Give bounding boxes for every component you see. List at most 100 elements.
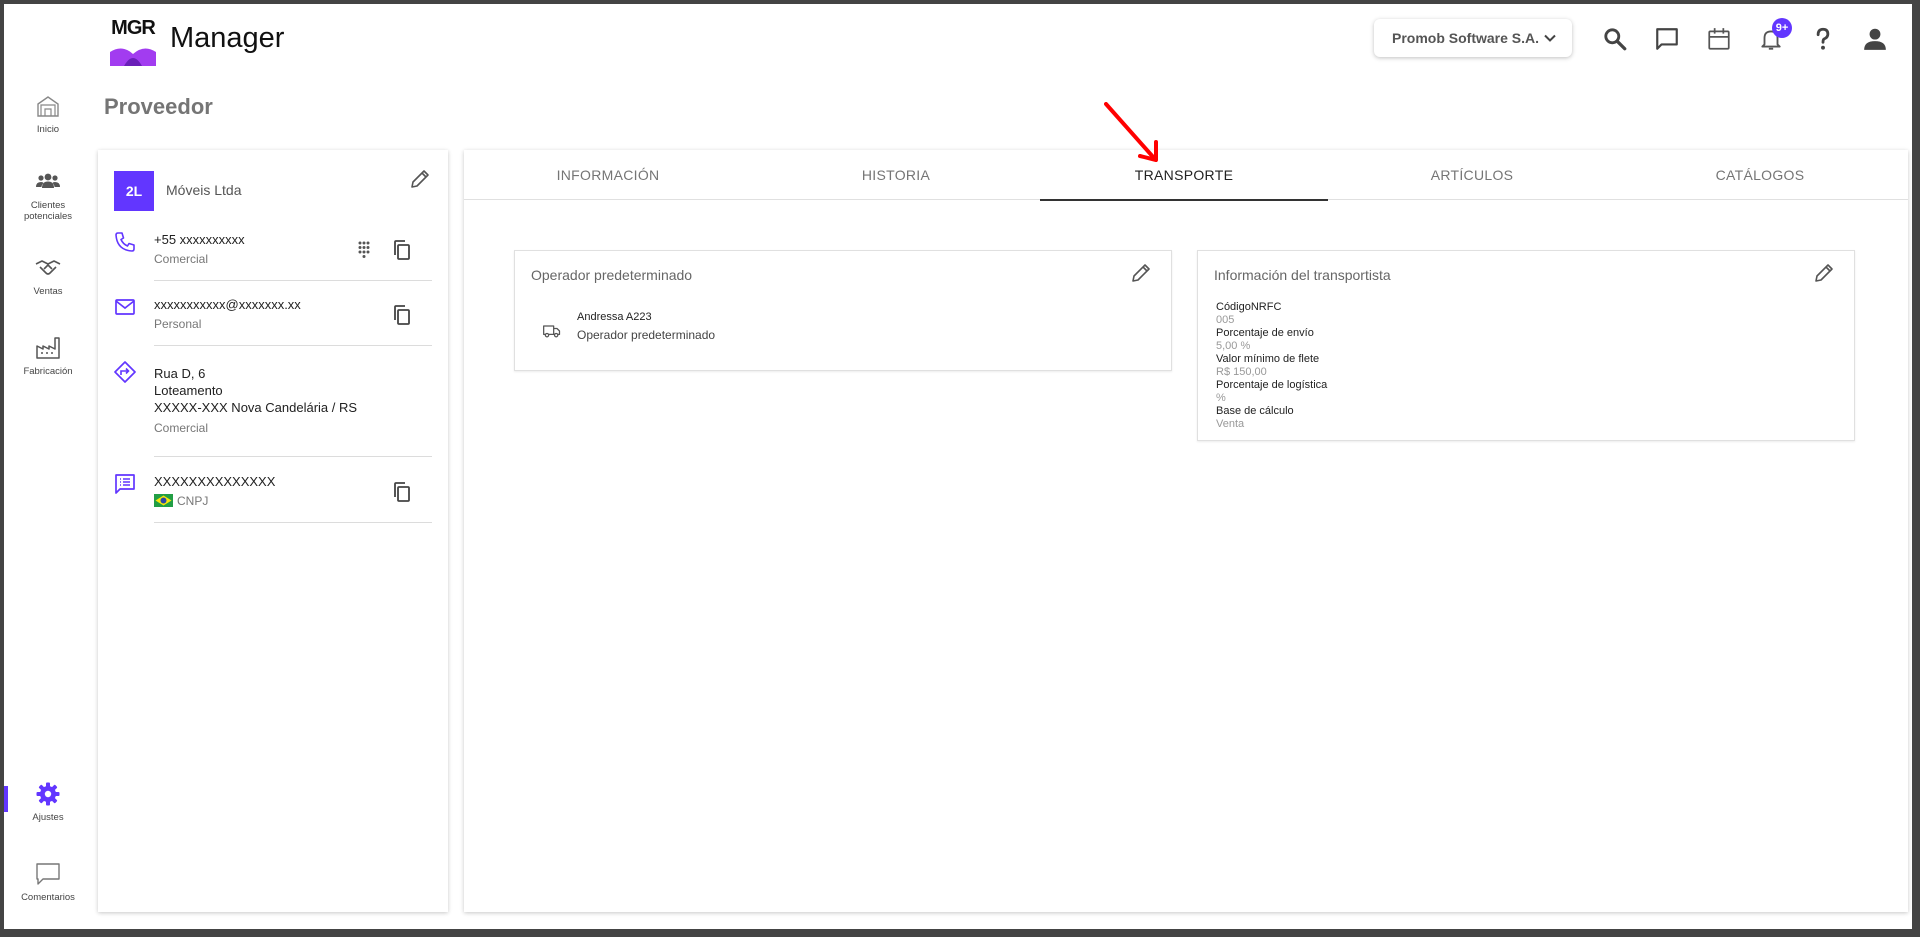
field-label: CódigoNRFC (1216, 301, 1282, 313)
help-icon (1816, 27, 1830, 50)
field-value: 005 (1216, 314, 1235, 326)
nav-item-comentarios[interactable]: Comentarios (4, 860, 92, 903)
divider (154, 345, 432, 346)
nav-label: Clientes potenciales (23, 200, 73, 222)
supplier-summary-panel: 2L Móveis Ltda +55 xxxxxxxxxx Comercial (98, 150, 448, 912)
nav-label: Fabricación (23, 366, 73, 377)
user-menu-button[interactable] (1860, 24, 1890, 54)
field-label: Valor mínimo de flete (1216, 353, 1320, 365)
brazil-flag-icon (154, 494, 173, 507)
document-number: XXXXXXXXXXXXXX (154, 474, 276, 489)
tab-transporte[interactable]: TRANSPORTE (1040, 150, 1328, 201)
email-address: xxxxxxxxxxx@xxxxxxx.xx (154, 297, 301, 312)
pencil-icon (1132, 264, 1150, 282)
field-label: Porcentaje de envío (1216, 327, 1314, 339)
app-logo[interactable]: MGR (106, 16, 160, 66)
address-type: Comercial (154, 421, 209, 435)
card-title: Información del transportista (1214, 267, 1391, 283)
nav-item-inicio[interactable]: Inicio (4, 92, 92, 135)
copy-phone-button[interactable] (390, 238, 414, 262)
dialpad-button[interactable] (352, 238, 376, 262)
document-type: CNPJ (177, 494, 209, 508)
app-window: MGR Manager Promob Software S.A. 9+ Inic… (4, 4, 1912, 929)
comment-icon (36, 863, 60, 885)
email-type: Personal (154, 317, 202, 331)
people-icon (36, 173, 60, 188)
calendar-button[interactable] (1704, 24, 1734, 54)
directions-icon (113, 360, 137, 384)
divider (154, 280, 432, 281)
help-button[interactable] (1808, 24, 1838, 54)
home-icon (37, 96, 59, 117)
copy-icon (394, 482, 410, 502)
operator-role: Operador predeterminado (577, 328, 716, 342)
field-label: Porcentaje de logística (1216, 379, 1328, 391)
pencil-icon (1815, 264, 1833, 282)
gear-icon (36, 782, 60, 806)
handshake-icon (35, 260, 61, 275)
address-line-3: XXXXX-XXX Nova Candelária / RS (154, 400, 358, 415)
field-value: R$ 150,00 (1216, 366, 1267, 378)
app-title: Manager (170, 22, 285, 54)
calendar-icon (1708, 28, 1730, 50)
nav-item-fabricacion[interactable]: Fabricación (4, 334, 92, 377)
chat-button[interactable] (1652, 24, 1682, 54)
tab-historia[interactable]: HISTORIA (752, 150, 1040, 200)
field-value: % (1216, 392, 1226, 404)
document-list-icon (113, 472, 137, 496)
truck-icon (543, 325, 561, 338)
divider (154, 456, 432, 457)
card-title: Operador predeterminado (531, 267, 693, 283)
operator-name: Andressa A223 (577, 311, 652, 323)
supplier-name: Móveis Ltda (166, 182, 242, 198)
tab-articulos[interactable]: ARTÍCULOS (1328, 150, 1616, 200)
copy-icon (394, 240, 410, 260)
edit-operator-button[interactable] (1129, 261, 1153, 285)
phone-icon (113, 230, 137, 254)
company-selector[interactable]: Promob Software S.A. (1374, 19, 1572, 57)
address-line-1: Rua D, 6 (154, 366, 206, 381)
mail-icon (113, 295, 137, 319)
chat-icon (1656, 28, 1678, 50)
logo-shape-icon (110, 48, 156, 66)
field-value: 5,00 % (1216, 340, 1251, 352)
nav-label: Ajustes (32, 812, 64, 823)
user-icon (1864, 28, 1886, 50)
address-line-2: Loteamento (154, 383, 223, 398)
logo-text: MGR (111, 17, 156, 39)
factory-icon (36, 337, 60, 359)
notifications-badge: 9+ (1772, 18, 1792, 38)
notifications-button[interactable]: 9+ (1756, 18, 1792, 54)
nav-item-clientes-potenciales[interactable]: Clientes potenciales (4, 168, 92, 222)
phone-number: +55 xxxxxxxxxx (154, 232, 245, 247)
field-label: Base de cálculo (1216, 405, 1294, 417)
edit-supplier-button[interactable] (408, 167, 432, 191)
carrier-info-card: Información del transportista CódigoNRFC… (1197, 250, 1855, 441)
edit-carrier-button[interactable] (1812, 261, 1836, 285)
nav-label: Inicio (36, 124, 60, 135)
nav-label: Ventas (33, 286, 63, 297)
annotation-arrow-icon (1104, 102, 1158, 162)
tab-informacion[interactable]: INFORMACIÓN (464, 150, 752, 200)
tab-catalogos[interactable]: CATÁLOGOS (1616, 150, 1904, 200)
pencil-icon (411, 170, 429, 188)
supplier-detail-panel: INFORMACIÓN HISTORIA TRANSPORTE ARTÍCULO… (464, 150, 1908, 912)
copy-icon (394, 305, 410, 325)
field-value: Venta (1216, 418, 1245, 430)
company-selector-label: Promob Software S.A. (1392, 30, 1540, 46)
document-type-wrap: CNPJ (154, 494, 208, 508)
copy-email-button[interactable] (390, 303, 414, 327)
search-icon (1604, 28, 1627, 51)
phone-type: Comercial (154, 252, 209, 266)
copy-document-button[interactable] (390, 480, 414, 504)
top-bar: MGR Manager Promob Software S.A. 9+ (4, 4, 1912, 76)
nav-item-ventas[interactable]: Ventas (4, 254, 92, 297)
chevron-down-icon (1544, 34, 1556, 42)
default-operator-card: Operador predeterminado Andressa A223 Op… (514, 250, 1172, 371)
nav-label: Comentarios (21, 892, 75, 903)
dialpad-icon (358, 241, 370, 258)
avatar: 2L (114, 171, 154, 211)
search-button[interactable] (1600, 24, 1630, 54)
nav-item-ajustes[interactable]: Ajustes (4, 780, 92, 823)
divider (154, 522, 432, 523)
